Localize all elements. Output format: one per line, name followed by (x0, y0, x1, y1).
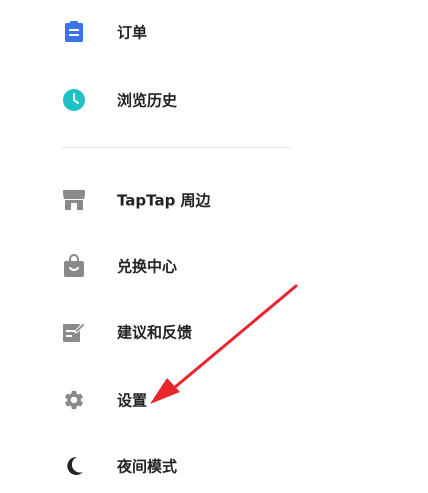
store-icon (62, 188, 86, 212)
menu-item-merch[interactable]: TapTap 周边 (0, 178, 300, 222)
menu-item-feedback[interactable]: 建议和反馈 (0, 310, 300, 354)
menu-item-orders[interactable]: 订单 (0, 10, 300, 54)
menu-item-label: 浏览历史 (117, 91, 178, 110)
side-menu: 订单 浏览历史 TapTap 周边 兑换中心 建议和反馈 设置 夜间模式 (0, 0, 428, 493)
bag-icon (62, 254, 86, 278)
menu-item-night-mode[interactable]: 夜间模式 (0, 444, 300, 488)
menu-item-label: 设置 (117, 391, 148, 410)
menu-item-settings[interactable]: 设置 (0, 378, 300, 422)
menu-divider (62, 147, 292, 148)
gear-icon (62, 388, 86, 412)
clipboard-icon (62, 20, 86, 44)
menu-item-label: 订单 (117, 23, 148, 42)
menu-item-label: TapTap 周边 (117, 191, 211, 210)
menu-item-redeem[interactable]: 兑换中心 (0, 244, 300, 288)
menu-item-label: 夜间模式 (117, 457, 178, 476)
moon-icon (62, 454, 86, 478)
menu-item-label: 建议和反馈 (117, 323, 193, 342)
edit-note-icon (62, 320, 86, 344)
menu-item-history[interactable]: 浏览历史 (0, 78, 300, 122)
menu-item-label: 兑换中心 (117, 257, 178, 276)
clock-icon (62, 88, 86, 112)
